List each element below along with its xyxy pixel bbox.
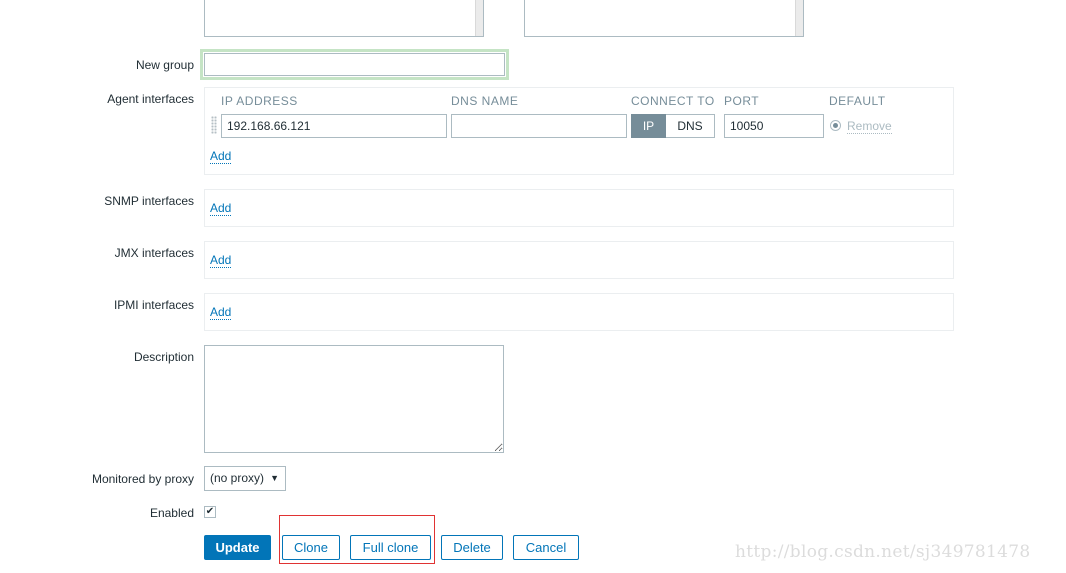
connect-to-toggle: IP DNS <box>631 114 715 138</box>
connect-ip-button[interactable]: IP <box>631 114 666 138</box>
proxy-select[interactable]: (no proxy) ▼ <box>204 466 286 491</box>
enabled-checkbox[interactable]: ✔ <box>204 506 216 518</box>
row-drag-handle-icon[interactable] <box>211 116 217 134</box>
ip-address-input[interactable]: 192.168.66.121 <box>221 114 447 138</box>
clone-buttons-highlight-box <box>279 515 435 564</box>
agent-interfaces-label: Agent interfaces <box>107 92 194 106</box>
column-port: PORT <box>724 94 760 108</box>
other-groups-listbox[interactable] <box>524 0 804 37</box>
cancel-button[interactable]: Cancel <box>513 535 579 560</box>
other-groups-scrollbar[interactable] <box>795 0 803 36</box>
watermark: http://blog.csdn.net/sj349781478 <box>735 542 1031 562</box>
dns-name-input[interactable] <box>451 114 627 138</box>
connect-dns-button[interactable]: DNS <box>666 114 715 138</box>
proxy-select-value: (no proxy) <box>210 471 265 485</box>
description-label: Description <box>133 350 194 364</box>
jmx-interfaces-label: JMX interfaces <box>114 246 194 260</box>
port-input[interactable]: 10050 <box>724 114 824 138</box>
new-group-label: New group <box>135 58 194 72</box>
update-button[interactable]: Update <box>204 535 271 560</box>
groups-in-scrollbar[interactable] <box>475 0 483 36</box>
monitored-by-proxy-label: Monitored by proxy <box>91 472 194 486</box>
groups-in-listbox[interactable] <box>204 0 484 37</box>
description-textarea[interactable] <box>204 345 504 453</box>
default-radio[interactable] <box>830 120 841 131</box>
enabled-label: Enabled <box>149 506 194 520</box>
dropdown-caret-icon: ▼ <box>270 473 279 483</box>
column-dns-name: DNS NAME <box>451 94 519 108</box>
column-ip-address: IP ADDRESS <box>221 94 298 108</box>
new-group-focus-ring <box>200 49 509 80</box>
remove-interface-link[interactable]: Remove <box>847 119 892 134</box>
snmp-interfaces-panel: Add <box>204 189 954 227</box>
add-agent-interface-link[interactable]: Add <box>210 149 232 164</box>
add-jmx-interface-link[interactable]: Add <box>210 253 232 268</box>
ipmi-interfaces-panel: Add <box>204 293 954 331</box>
column-default: DEFAULT <box>829 94 886 108</box>
delete-button[interactable]: Delete <box>441 535 503 560</box>
jmx-interfaces-panel: Add <box>204 241 954 279</box>
checkmark-icon: ✔ <box>205 506 215 517</box>
ipmi-interfaces-label: IPMI interfaces <box>113 298 194 312</box>
agent-interfaces-panel: IP ADDRESS DNS NAME CONNECT TO PORT DEFA… <box>204 87 954 175</box>
add-ipmi-interface-link[interactable]: Add <box>210 305 232 320</box>
new-group-input[interactable] <box>204 53 505 76</box>
add-snmp-interface-link[interactable]: Add <box>210 201 232 216</box>
column-connect-to: CONNECT TO <box>631 94 715 108</box>
snmp-interfaces-label: SNMP interfaces <box>104 194 194 208</box>
